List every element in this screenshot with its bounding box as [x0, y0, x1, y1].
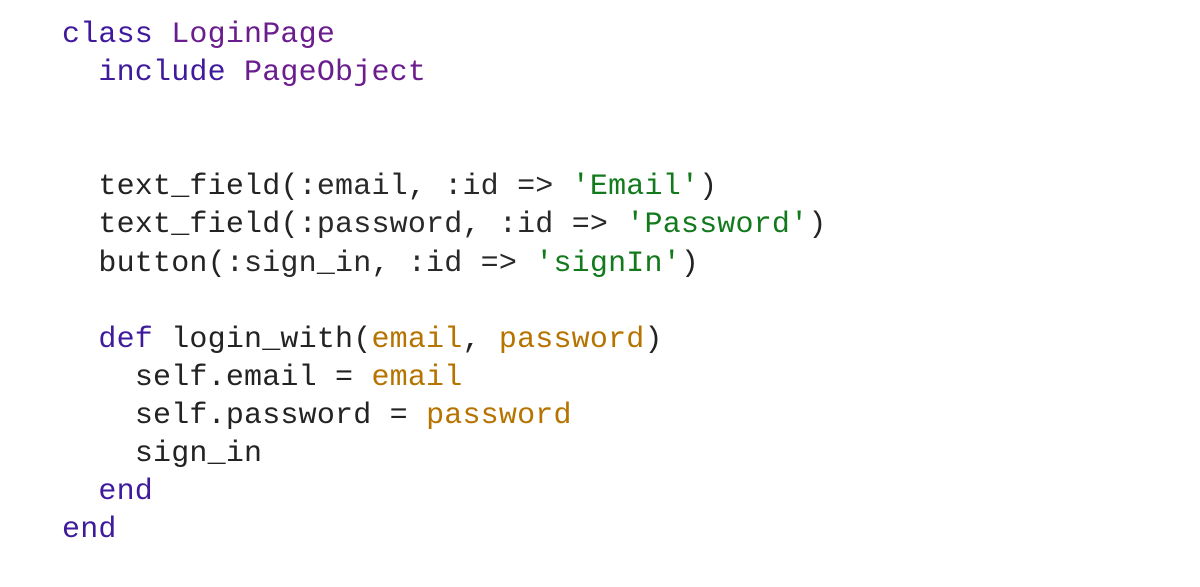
rhs: email	[371, 361, 462, 395]
symbol: :id	[444, 170, 499, 204]
equals: =	[390, 399, 408, 433]
symbol: :password	[299, 208, 463, 242]
method-call: sign_in	[135, 437, 262, 471]
hashrocket: =>	[481, 247, 517, 281]
code-line: self.email = email	[62, 361, 462, 395]
method-call: text_field	[98, 208, 280, 242]
code-line: button(:sign_in, :id => 'signIn')	[62, 247, 699, 281]
code-block: class LoginPage include PageObject text_…	[0, 0, 1200, 549]
rhs: password	[426, 399, 572, 433]
code-line: end	[62, 513, 117, 547]
lhs: self.password	[135, 399, 372, 433]
method-name: login_with	[171, 323, 353, 357]
code-line: def login_with(email, password)	[62, 323, 663, 357]
symbol: :email	[299, 170, 408, 204]
code-line: sign_in	[62, 437, 262, 471]
code-line: text_field(:email, :id => 'Email')	[62, 170, 717, 204]
keyword-class: class	[62, 18, 153, 52]
string-literal: 'Password'	[626, 208, 808, 242]
keyword-include: include	[98, 56, 225, 90]
method-call: text_field	[98, 170, 280, 204]
equals: =	[335, 361, 353, 395]
hashrocket: =>	[517, 170, 553, 204]
symbol: :sign_in	[226, 247, 372, 281]
symbol: :id	[408, 247, 463, 281]
code-line: class LoginPage	[62, 18, 335, 52]
class-name: LoginPage	[171, 18, 335, 52]
hashrocket: =>	[572, 208, 608, 242]
method-call: button	[98, 247, 207, 281]
module-name: PageObject	[244, 56, 426, 90]
keyword-def: def	[98, 323, 153, 357]
code-line: self.password = password	[62, 399, 572, 433]
keyword-end: end	[98, 475, 153, 509]
code-line: include PageObject	[62, 56, 426, 90]
code-line: end	[62, 475, 153, 509]
lhs: self.email	[135, 361, 317, 395]
code-line: text_field(:password, :id => 'Password')	[62, 208, 827, 242]
param: email	[371, 323, 462, 357]
symbol: :id	[499, 208, 554, 242]
keyword-end: end	[62, 513, 117, 547]
param: password	[499, 323, 645, 357]
string-literal: 'signIn'	[535, 247, 681, 281]
string-literal: 'Email'	[572, 170, 699, 204]
